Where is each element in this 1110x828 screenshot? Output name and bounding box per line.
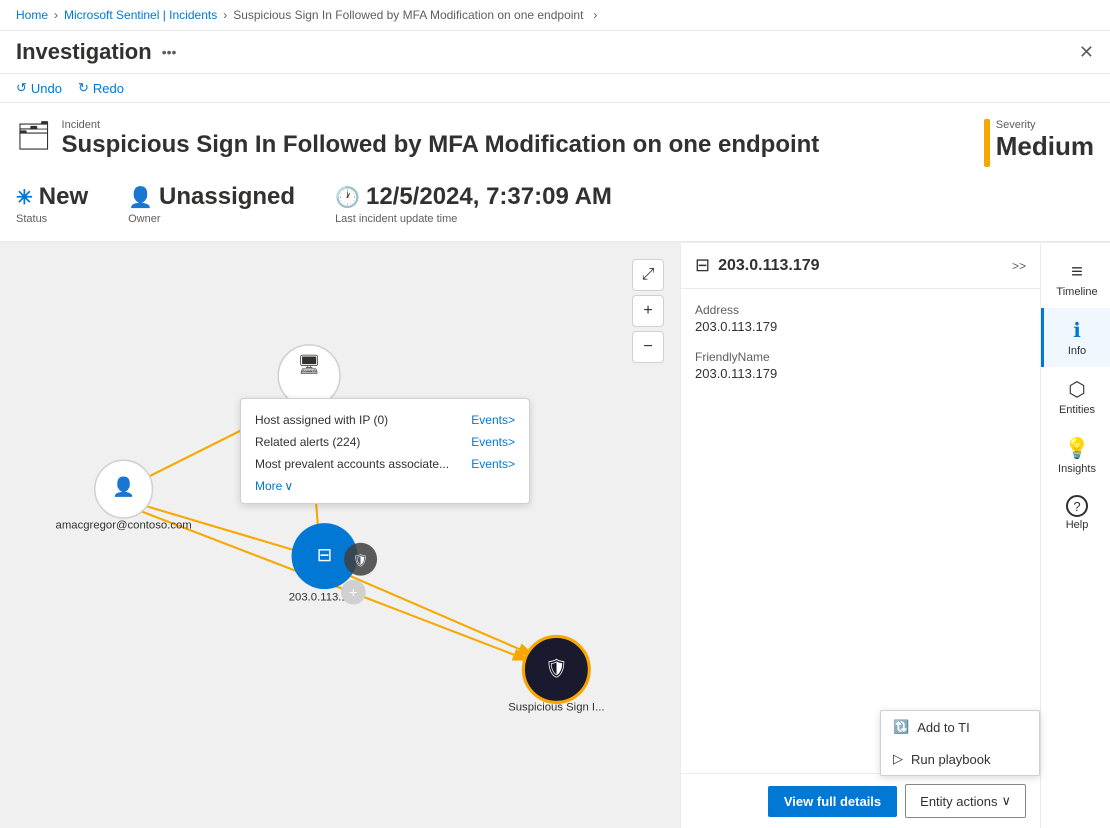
more-icon[interactable]: ••• [162,44,177,60]
owner-label: Owner [128,213,295,225]
incident-label: Incident [62,119,820,131]
time-value: 12/5/2024, 7:37:09 AM [366,183,612,211]
popup-chevron-icon: ∨ [284,479,293,493]
popup-alerts-label: Related alerts (224) [255,435,360,449]
status-label: Status [16,213,88,225]
insights-icon: 💡 [1065,436,1090,461]
help-label: Help [1066,519,1089,531]
incident-icon: 🗂 [16,119,52,152]
svg-text:🖥: 🖥 [297,354,321,375]
detail-ip-icon: ⊟ [695,255,710,276]
status-value: New [39,183,88,211]
popup-accounts-label: Most prevalent accounts associate... [255,457,449,471]
breadcrumb-home[interactable]: Home [16,8,48,22]
graph-controls: ⤢ + − [632,259,664,363]
run-playbook-icon: ▷ [893,751,903,767]
svg-text:Suspicious Sign I...: Suspicious Sign I... [508,702,604,714]
svg-text:🛡: 🛡 [353,553,369,567]
friendly-label: FriendlyName [695,350,1026,364]
detail-panel: ⊟ 203.0.113.179 >> Address 203.0.113.179… [680,243,1040,828]
popup-alerts-events[interactable]: Events> [471,435,515,449]
sidebar-item-help[interactable]: ? Help [1041,485,1110,541]
breadcrumb: Home › Microsoft Sentinel | Incidents › … [0,0,1110,31]
owner-value: Unassigned [159,183,295,211]
page-header: Investigation ••• ✕ [0,31,1110,74]
svg-text:🛡: 🛡 [545,658,569,679]
time-icon: 🕐 [335,185,360,210]
owner-icon: 👤 [128,185,153,210]
breadcrumb-incidents[interactable]: Microsoft Sentinel | Incidents [64,8,217,22]
fullscreen-button[interactable]: ⤢ [632,259,664,291]
entity-actions-chevron-icon: ∨ [1001,793,1011,809]
svg-text:⊟: ⊟ [317,544,333,565]
undo-icon: ↺ [16,80,27,96]
svg-text:+: + [349,585,357,601]
timeline-label: Timeline [1056,286,1097,298]
insights-label: Insights [1058,463,1096,475]
severity-label: Severity [996,119,1094,131]
redo-button[interactable]: ↻ Redo [78,80,124,96]
popup-host-events[interactable]: Events> [471,413,515,427]
severity-bar [984,119,990,167]
entities-icon: ⬡ [1068,377,1085,402]
svg-text:👤: 👤 [112,476,135,498]
zoom-out-button[interactable]: − [632,331,664,363]
popup-card: Host assigned with IP (0) Events> Relate… [240,398,530,504]
friendly-value: 203.0.113.179 [695,366,1026,381]
sidebar-item-info[interactable]: ℹ Info [1041,308,1110,367]
redo-icon: ↻ [78,80,89,96]
detail-footer: View full details Entity actions ∨ [681,773,1040,828]
sidebar-item-timeline[interactable]: ≡ Timeline [1041,251,1110,308]
info-icon: ℹ [1073,318,1081,343]
view-full-details-button[interactable]: View full details [768,786,897,817]
popup-more-link[interactable]: More [255,479,282,493]
entities-label: Entities [1059,404,1095,416]
timeline-icon: ≡ [1071,261,1083,284]
sidebar-item-insights[interactable]: 💡 Insights [1041,426,1110,485]
right-sidebar: ≡ Timeline ℹ Info ⬡ Entities 💡 Insights … [1040,243,1110,828]
close-button[interactable]: ✕ [1079,42,1094,63]
sidebar-item-entities[interactable]: ⬡ Entities [1041,367,1110,426]
svg-text:amacgregor@contoso.com: amacgregor@contoso.com [56,519,192,531]
run-playbook-item[interactable]: ▷ Run playbook [881,743,1039,775]
popup-host-label: Host assigned with IP (0) [255,413,388,427]
context-menu: 🔃 Add to TI ▷ Run playbook [880,710,1040,776]
detail-expand-icon[interactable]: >> [1012,259,1026,273]
entity-actions-button[interactable]: Entity actions ∨ [905,784,1026,818]
address-label: Address [695,303,1026,317]
time-label: Last incident update time [335,213,612,225]
info-label: Info [1068,345,1086,357]
add-ti-icon: 🔃 [893,719,909,735]
detail-ip-title: 203.0.113.179 [718,257,819,275]
page-title: Investigation [16,39,152,65]
undo-button[interactable]: ↺ Undo [16,80,62,96]
zoom-in-button[interactable]: + [632,295,664,327]
help-icon: ? [1066,495,1088,517]
graph-area: 🖥 DESKTOP-1FINQP9 👤 amacgregor@contoso.c… [0,243,680,828]
address-value: 203.0.113.179 [695,319,1026,334]
incident-info: 🗂 Incident Suspicious Sign In Followed b… [0,103,1110,243]
popup-accounts-events[interactable]: Events> [471,457,515,471]
add-to-ti-item[interactable]: 🔃 Add to TI [881,711,1039,743]
status-icon: ✳ [16,185,33,210]
toolbar: ↺ Undo ↻ Redo [0,74,1110,103]
severity-value: Medium [996,131,1094,162]
incident-title: Suspicious Sign In Followed by MFA Modif… [62,131,820,160]
breadcrumb-current: Suspicious Sign In Followed by MFA Modif… [233,8,583,22]
